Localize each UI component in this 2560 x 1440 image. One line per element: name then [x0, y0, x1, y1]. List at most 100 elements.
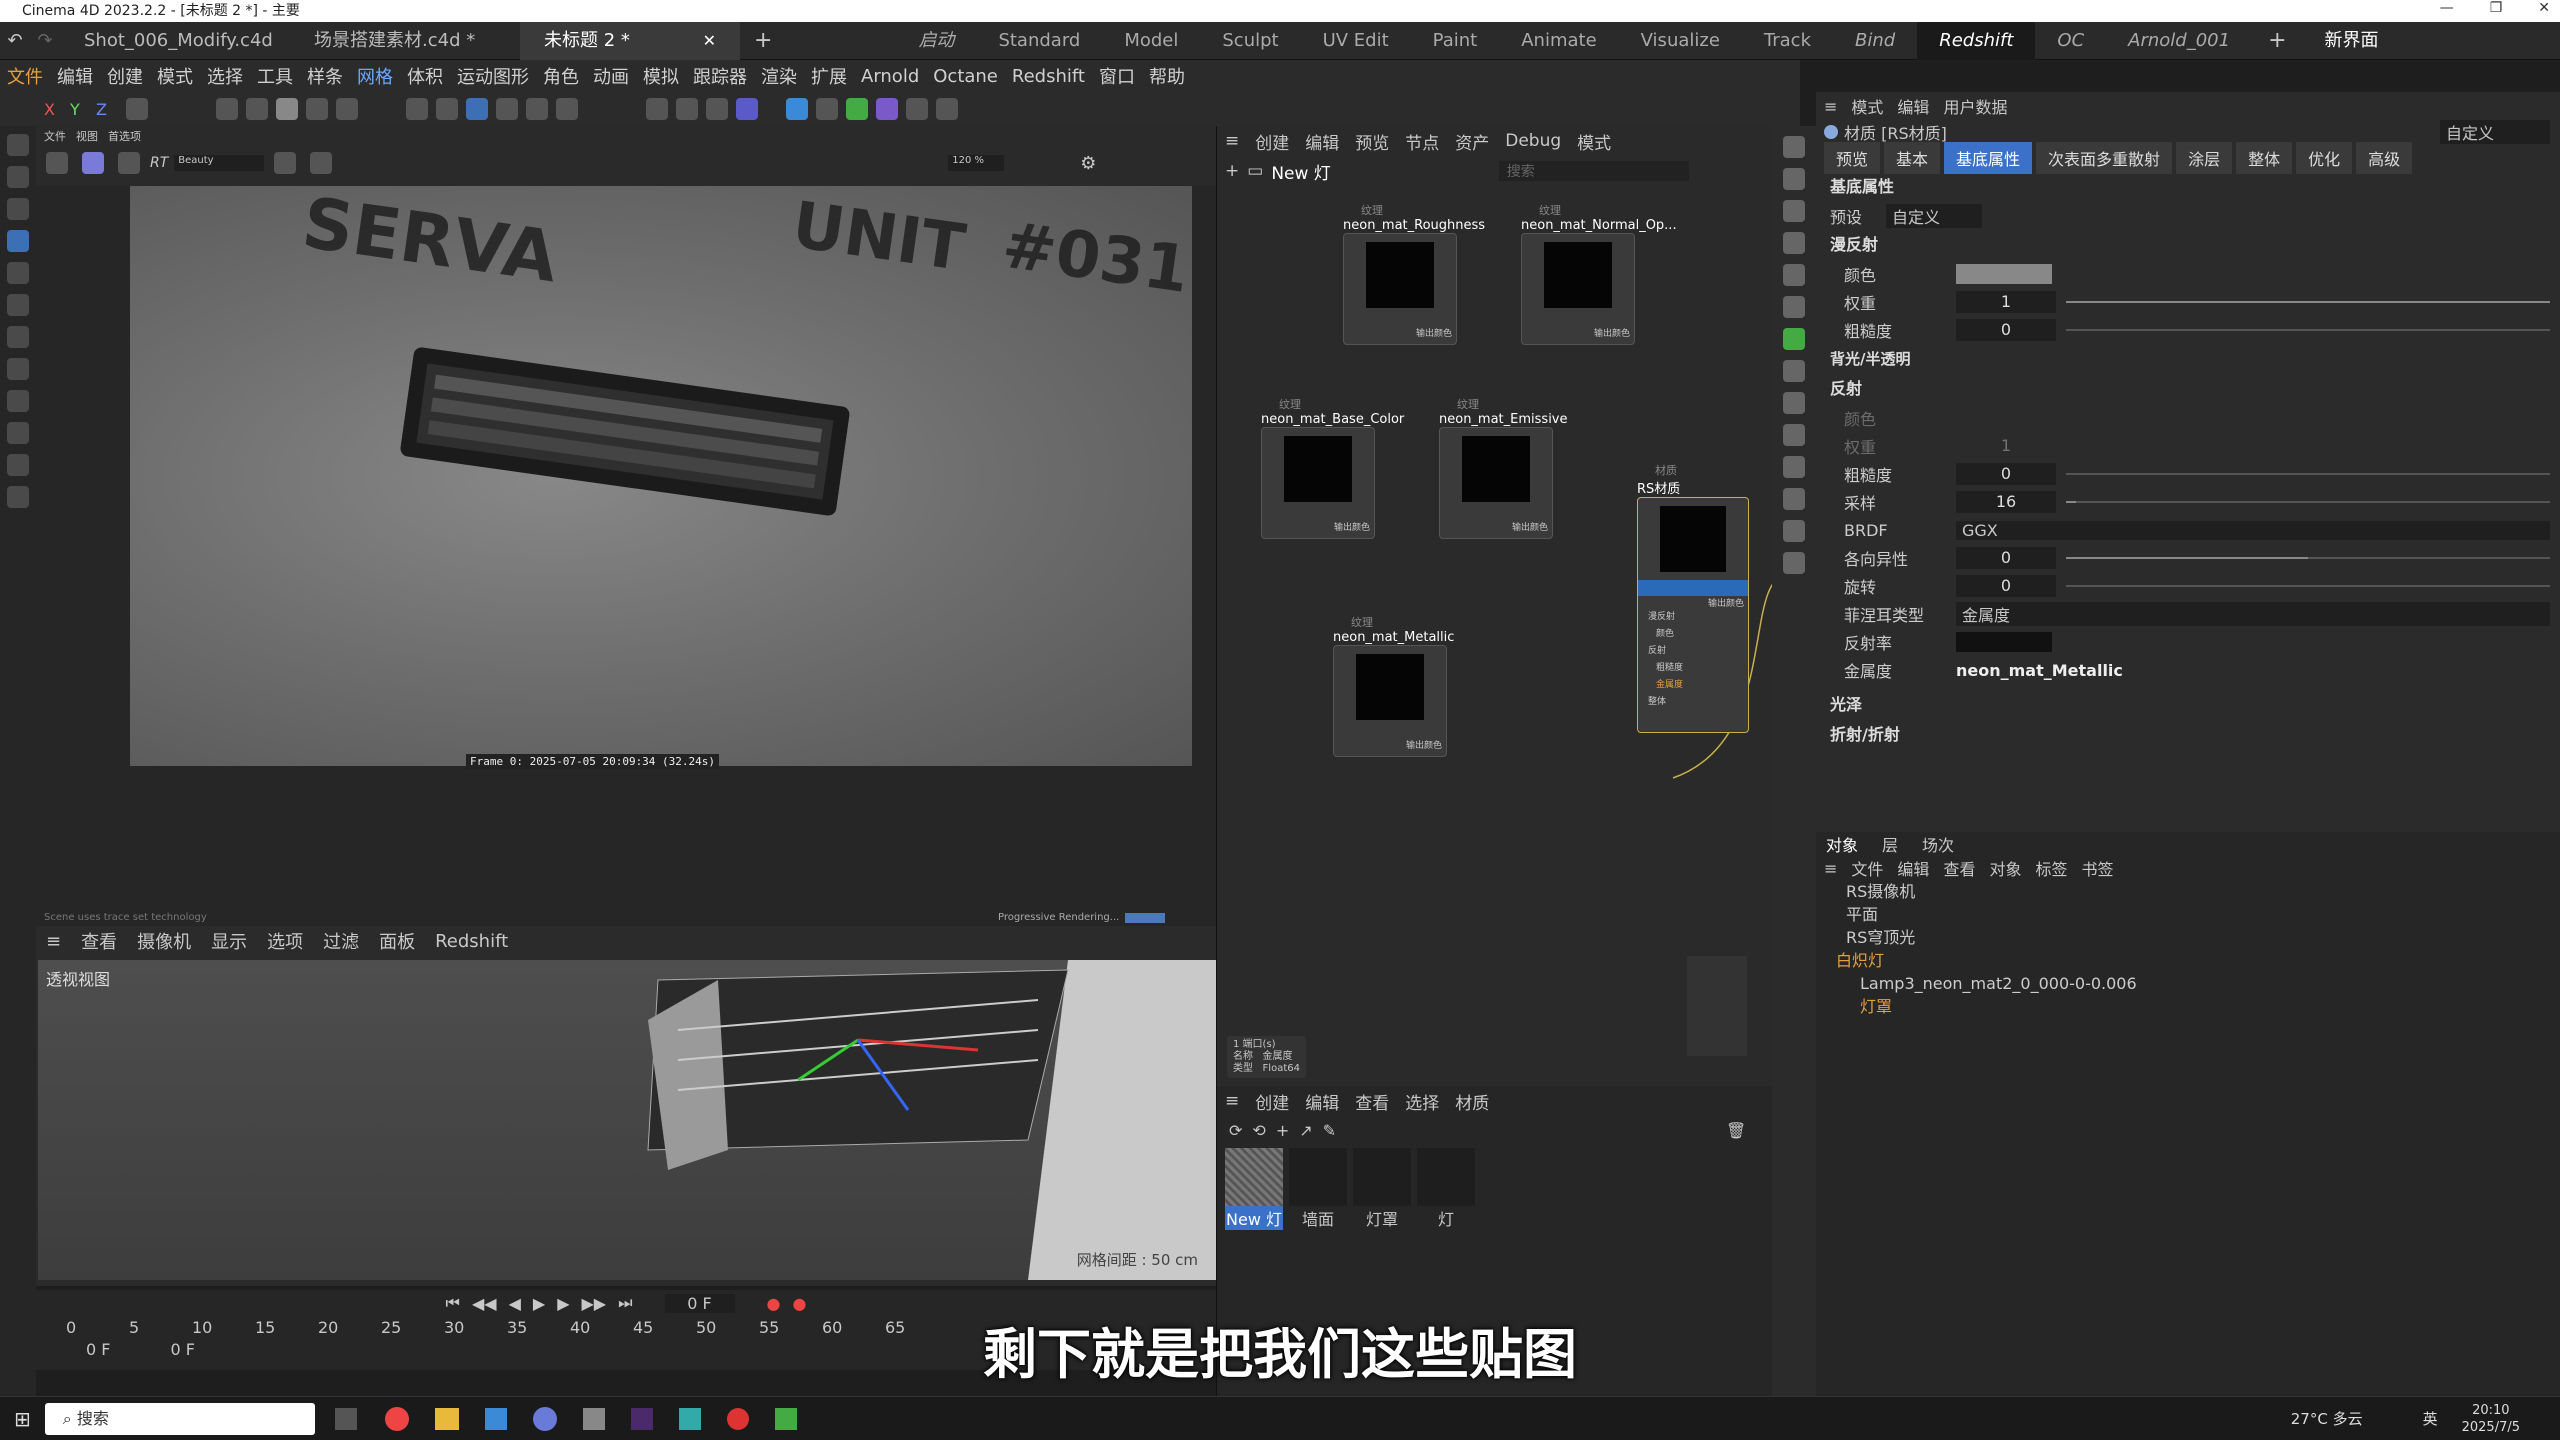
- layout-tab[interactable]: UV Edit: [1301, 22, 1411, 60]
- node-port[interactable]: 整体: [1648, 694, 1748, 711]
- obj-menu-item[interactable]: 书签: [2081, 856, 2113, 880]
- attr-tab[interactable]: 预览: [1824, 142, 1881, 174]
- menu-item[interactable]: 跟踪器: [686, 63, 754, 89]
- menu-item[interactable]: 网格: [350, 63, 400, 89]
- doc-tab[interactable]: Shot_006_Modify.c4d: [60, 22, 290, 60]
- section-sheen[interactable]: 光泽: [1816, 690, 2560, 720]
- object-row[interactable]: 白炽灯: [1816, 949, 2560, 972]
- menu-item[interactable]: 创建: [100, 63, 150, 89]
- menu-item[interactable]: 体积: [400, 63, 450, 89]
- attr-menu-item[interactable]: 模式: [1851, 94, 1883, 118]
- rotate-icon[interactable]: [7, 262, 29, 284]
- vp-menu-item[interactable]: 显示: [201, 928, 257, 954]
- doc-tab-active[interactable]: 未标题 2 * ✕: [520, 21, 740, 60]
- camera-icon[interactable]: [1783, 520, 1805, 542]
- store-icon[interactable]: [484, 1407, 507, 1430]
- workplane-icon[interactable]: [436, 98, 458, 120]
- weather[interactable]: 27°C 多云: [2291, 1408, 2363, 1429]
- prop-field[interactable]: 0: [1956, 463, 2056, 485]
- prop-field[interactable]: 0: [1956, 547, 2056, 569]
- hamburger-icon[interactable]: ≡: [1824, 859, 1837, 878]
- menu-item[interactable]: 选择: [200, 63, 250, 89]
- obj-menu-item[interactable]: 对象: [1989, 856, 2021, 880]
- mat-menu-item[interactable]: 编辑: [1305, 1089, 1339, 1114]
- tag-icon[interactable]: [1783, 424, 1805, 446]
- object-row[interactable]: RS穹顶光: [1816, 926, 2560, 949]
- vp-menu-item[interactable]: 摄像机: [127, 928, 201, 954]
- menu-item[interactable]: Arnold: [854, 66, 926, 87]
- exposure-icon[interactable]: [274, 152, 297, 174]
- paperclip-icon[interactable]: [1783, 264, 1805, 286]
- sync-icon[interactable]: ⟲: [1252, 1121, 1265, 1140]
- prop-slider[interactable]: [2066, 301, 2550, 303]
- ime-indicator[interactable]: 英: [2423, 1408, 2438, 1429]
- select-icon[interactable]: [7, 166, 29, 188]
- prop-field[interactable]: 16: [1956, 491, 2056, 513]
- render-settings-icon[interactable]: [1783, 136, 1805, 158]
- node-minimap[interactable]: [1687, 956, 1747, 1056]
- app-icon[interactable]: [726, 1407, 749, 1430]
- paint-icon[interactable]: [7, 486, 29, 508]
- node-roughness[interactable]: 纹理 neon_mat_Roughness 输出颜色: [1343, 202, 1485, 345]
- layout-tab[interactable]: Model: [1102, 22, 1200, 60]
- explorer-icon[interactable]: [434, 1407, 459, 1430]
- ipr-icon[interactable]: [736, 98, 758, 120]
- menu-item[interactable]: 动画: [586, 63, 636, 89]
- attr-menu-item[interactable]: 用户数据: [1943, 94, 2007, 118]
- layout-tab[interactable]: Animate: [1499, 22, 1618, 60]
- camera-icon[interactable]: [906, 98, 928, 120]
- light-icon[interactable]: [936, 98, 958, 120]
- deformer-icon[interactable]: [876, 98, 898, 120]
- render-image[interactable]: SERVA UNIT #031: [130, 182, 1193, 766]
- close-icon[interactable]: ✕: [2538, 0, 2550, 22]
- generator-icon[interactable]: [846, 98, 868, 120]
- preset-select[interactable]: 自定义: [1886, 204, 1982, 228]
- app-icon[interactable]: [582, 1407, 605, 1430]
- obj-tab-active[interactable]: 对象: [1826, 832, 1858, 856]
- close-tab-icon[interactable]: ✕: [703, 22, 716, 60]
- add-layout-icon[interactable]: +: [2252, 28, 2302, 53]
- coord-icon[interactable]: [126, 98, 148, 120]
- attr-tab[interactable]: 高级: [2356, 142, 2413, 174]
- section-backlight[interactable]: 背光/半透明: [1816, 344, 2560, 374]
- layout-tab[interactable]: Arnold_001: [2106, 22, 2252, 60]
- attr-tab[interactable]: 次表面多重散射: [2036, 142, 2173, 174]
- obj-menu-item[interactable]: 文件: [1851, 856, 1883, 880]
- redo-icon[interactable]: ↷: [30, 30, 60, 51]
- taskview-icon[interactable]: [334, 1407, 357, 1430]
- render-queue-icon[interactable]: [676, 98, 698, 120]
- model-mode-icon[interactable]: [336, 98, 358, 120]
- node-port[interactable]: 粗糙度: [1648, 660, 1748, 677]
- menu-item[interactable]: Octane: [926, 66, 1005, 87]
- hamburger-icon[interactable]: ≡: [36, 931, 71, 952]
- hamburger-icon[interactable]: ≡: [1225, 1091, 1239, 1111]
- layout-tab[interactable]: Standard: [976, 22, 1102, 60]
- move-icon[interactable]: [7, 230, 29, 252]
- prop-slider[interactable]: [2066, 557, 2550, 559]
- object-row[interactable]: Lamp3_neon_mat2_0_000-0-0.006: [1816, 972, 2560, 995]
- menu-item[interactable]: 窗口: [1092, 63, 1142, 89]
- clock[interactable]: 20:10 2025/7/5: [2462, 1402, 2520, 1436]
- axis-x-icon[interactable]: X: [44, 100, 70, 119]
- layout-tab[interactable]: Sculpt: [1200, 22, 1300, 60]
- eyedropper-icon[interactable]: ✎: [1323, 1121, 1336, 1140]
- node-normal[interactable]: 纹理 neon_mat_Normal_Op... 输出颜色: [1521, 202, 1677, 345]
- camera-icon[interactable]: [1783, 552, 1805, 574]
- menu-item[interactable]: Redshift: [1005, 66, 1092, 87]
- prop-dropdown[interactable]: 金属度: [1956, 602, 2550, 626]
- polygons-mode-icon[interactable]: [276, 98, 298, 120]
- render-view-icon[interactable]: [646, 98, 668, 120]
- refresh-icon[interactable]: [118, 152, 140, 174]
- layout-tab[interactable]: OC: [2035, 22, 2106, 60]
- attr-tab[interactable]: 优化: [2296, 142, 2353, 174]
- start-icon[interactable]: ⊞: [14, 1407, 31, 1431]
- axis-y-icon[interactable]: Y: [70, 100, 96, 119]
- layout-tab[interactable]: Visualize: [1619, 22, 1742, 60]
- attr-menu-item[interactable]: 编辑: [1897, 94, 1929, 118]
- cube-icon[interactable]: [786, 98, 808, 120]
- layout-tab-active[interactable]: Redshift: [1917, 21, 2036, 60]
- material-icon[interactable]: [1783, 168, 1805, 190]
- object-row[interactable]: RS摄像机: [1816, 880, 2560, 903]
- layout-tab[interactable]: 新界面: [2303, 22, 2401, 60]
- vp-menu-item[interactable]: 过滤: [313, 928, 369, 954]
